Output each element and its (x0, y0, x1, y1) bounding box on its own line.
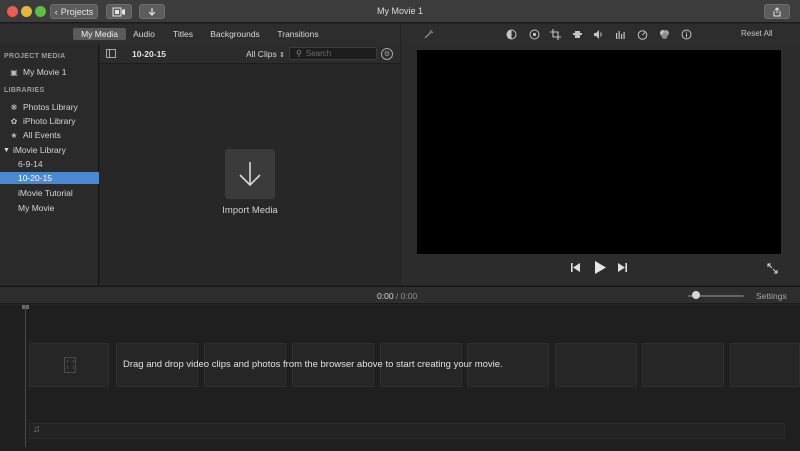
sidebar-item-iphoto-library[interactable]: ✿ iPhoto Library (0, 115, 99, 127)
viewer (401, 44, 800, 285)
iphoto-icon: ✿ (10, 116, 18, 126)
photos-icon: ❋ (10, 102, 18, 112)
sidebar-item-label: 10-20-15 (18, 173, 53, 183)
timeline-placeholder-slot (642, 343, 724, 387)
tab-titles[interactable]: Titles (168, 28, 198, 40)
sidebar-item-all-events[interactable]: ★ All Events (0, 129, 99, 141)
film-icon: ▣ (10, 67, 18, 77)
sidebar-item-label: iMovie Library (12, 145, 66, 155)
import-arrow-icon (239, 162, 261, 187)
timeline-placeholder-slot (29, 343, 109, 387)
timecode-separator: / (395, 291, 399, 301)
info-icon[interactable] (680, 28, 692, 40)
filter-icon[interactable] (658, 28, 670, 40)
skip-back-icon[interactable] (571, 263, 581, 275)
tab-backgrounds[interactable]: Backgrounds (206, 28, 264, 40)
viewer-screen (417, 50, 781, 254)
gear-icon[interactable]: ⚙ (381, 48, 393, 60)
sidebar-item-event-my-movie[interactable]: My Movie (0, 202, 99, 214)
chevron-updown-icon: ⇕ (279, 52, 285, 59)
equalizer-icon[interactable] (614, 28, 626, 40)
stabilization-icon[interactable] (571, 28, 583, 40)
import-media-label: Import Media (222, 205, 278, 216)
sidebar-item-label: All Events (23, 130, 61, 140)
magic-wand-icon[interactable] (422, 28, 434, 40)
crop-icon[interactable] (549, 28, 561, 40)
clips-filter-select[interactable]: All Clips ⇕ (246, 49, 285, 59)
timeline-placeholder-slot (730, 343, 800, 387)
search-icon: ⚲ (296, 49, 302, 58)
search-placeholder: Search (305, 49, 332, 58)
sidebar-item-event-10-20-15[interactable]: 10-20-15 (0, 172, 99, 184)
clips-filter-value: All Clips (246, 49, 277, 59)
timeline[interactable]: Drag and drop video clips and photos fro… (0, 305, 800, 451)
film-strip-icon (64, 357, 76, 373)
sidebar-item-project[interactable]: ▣ My Movie 1 (0, 66, 99, 78)
sidebar-item-label: iPhoto Library (23, 116, 76, 126)
share-icon (773, 6, 781, 16)
sidebar-item-photos-library[interactable]: ❋ Photos Library (0, 101, 99, 113)
volume-icon[interactable] (592, 28, 604, 40)
timeline-zoom-handle[interactable] (692, 291, 701, 299)
skip-forward-icon[interactable] (617, 263, 627, 275)
event-title: 10-20-15 (132, 49, 167, 59)
play-icon[interactable] (594, 261, 606, 277)
sidebar-item-event-imovie-tutorial[interactable]: iMovie Tutorial (0, 187, 99, 199)
browser-tab-bar: My Media Audio Titles Backgrounds Transi… (0, 24, 400, 44)
music-note-icon: ♫ (33, 424, 41, 435)
tab-my-media[interactable]: My Media (73, 28, 126, 40)
reset-all-button[interactable]: Reset All (741, 29, 773, 38)
speed-icon[interactable] (636, 28, 648, 40)
window-title: My Movie 1 (376, 6, 423, 16)
star-icon: ★ (10, 130, 18, 140)
current-time: 0:00 (377, 291, 394, 301)
playhead (25, 305, 26, 447)
media-browser: 10-20-15 All Clips ⇕ ⚲ Search ⚙ Import M… (100, 44, 400, 285)
tab-transitions[interactable]: Transitions (272, 28, 324, 40)
libraries-header: LIBRARIES (4, 87, 45, 94)
total-time: 0:00 (400, 291, 418, 301)
fullscreen-icon[interactable] (767, 263, 778, 277)
timecode: 0:00 / 0:00 (377, 291, 417, 301)
title-bar: ‹ Projects My Movie 1 (0, 0, 800, 23)
project-media-header: PROJECT MEDIA (4, 53, 66, 60)
background-music-lane[interactable] (29, 423, 785, 439)
timeline-settings-button[interactable]: Settings (756, 291, 787, 301)
adjustments-toolbar: Reset All (401, 24, 800, 44)
timeline-placeholder-slot (555, 343, 637, 387)
import-media-button[interactable] (225, 149, 275, 199)
browser-toolbar: 10-20-15 All Clips ⇕ ⚲ Search ⚙ (100, 44, 400, 64)
sidebar-item-event-6-9-14[interactable]: 6-9-14 (0, 158, 99, 170)
sidebar-item-label: My Movie 1 (23, 67, 67, 77)
timeline-toolbar: 0:00 / 0:00 Settings (0, 286, 800, 304)
sidebar-item-label: Photos Library (23, 102, 78, 112)
tab-audio[interactable]: Audio (130, 28, 158, 40)
color-correction-icon[interactable] (528, 28, 540, 40)
sidebar-item-imovie-library[interactable]: ▼ iMovie Library (0, 144, 99, 156)
timeline-drop-message: Drag and drop video clips and photos fro… (123, 359, 503, 370)
disclosure-triangle-icon[interactable]: ▼ (3, 147, 10, 154)
libraries-sidebar: PROJECT MEDIA ▣ My Movie 1 LIBRARIES ❋ P… (0, 44, 99, 285)
sidebar-item-label: 6-9-14 (18, 159, 43, 169)
color-balance-icon[interactable] (505, 28, 517, 40)
sidebar-item-label: iMovie Tutorial (18, 188, 73, 198)
sidebar-toggle-icon[interactable] (106, 49, 116, 58)
sidebar-item-label: My Movie (18, 203, 55, 213)
search-field[interactable]: ⚲ Search (289, 47, 377, 60)
share-button[interactable] (764, 4, 790, 19)
